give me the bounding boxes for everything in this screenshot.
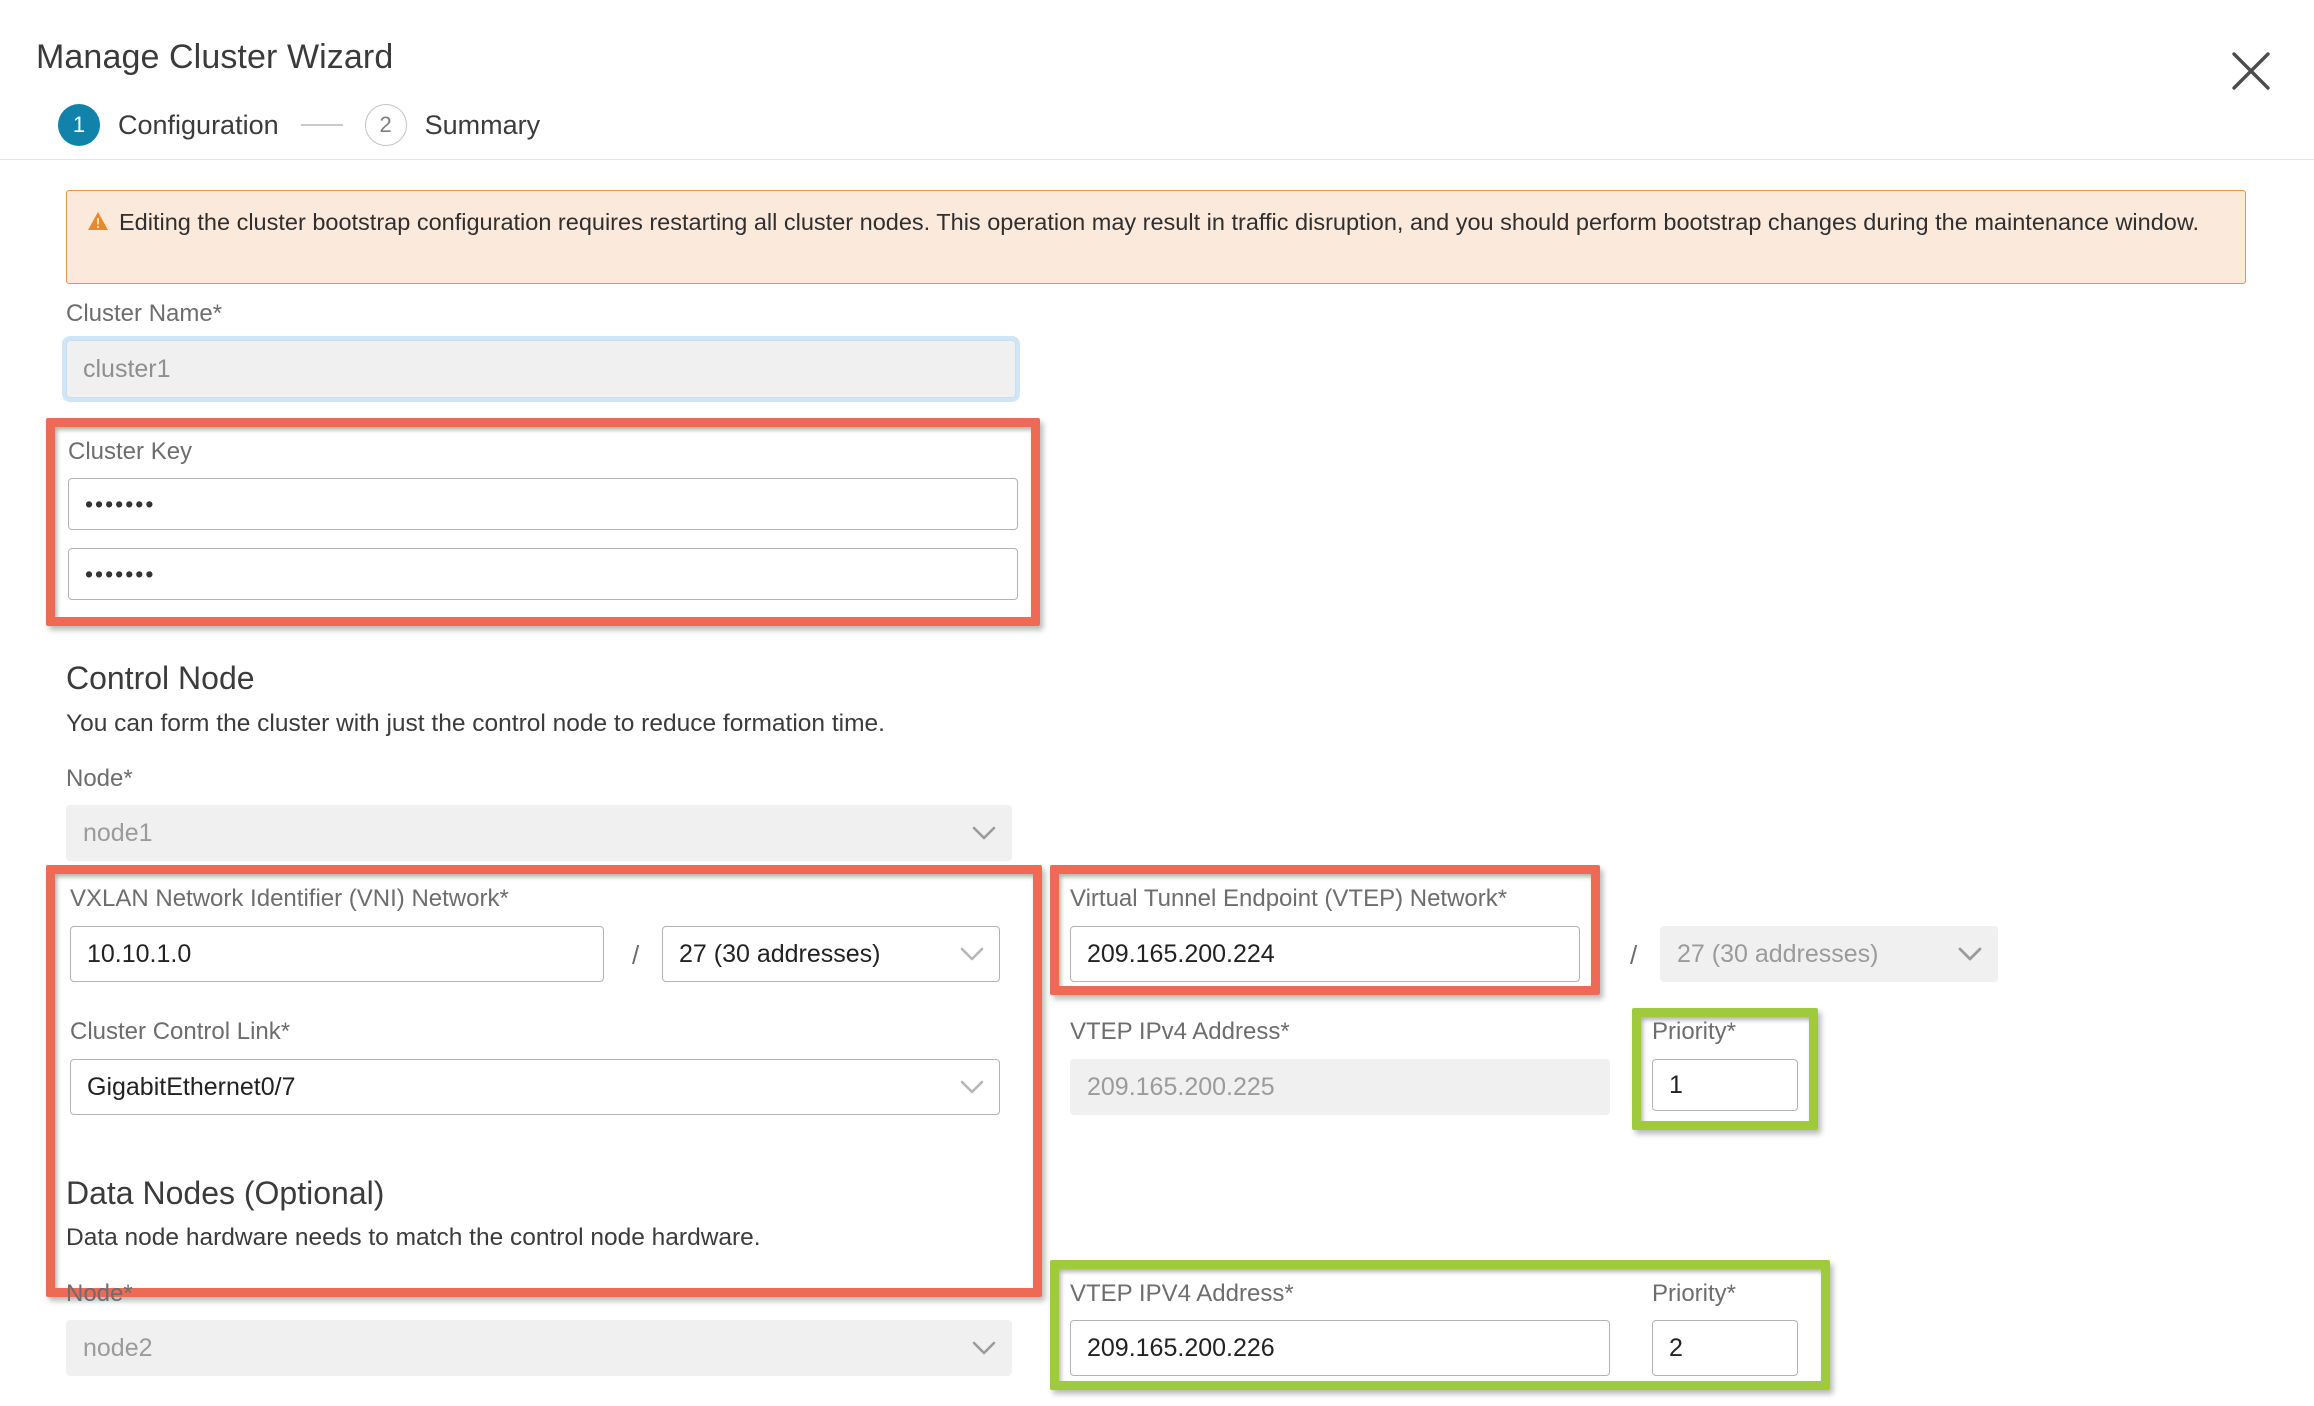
vni-network-prefix-value: 27 (30 addresses) — [679, 939, 881, 968]
cluster-name-value: cluster1 — [83, 354, 171, 383]
wizard-step-indicator: 1 Configuration 2 Summary — [58, 104, 540, 146]
step-number-badge-1: 1 — [58, 104, 100, 146]
control-node-node-value: node1 — [83, 818, 153, 847]
vtep-network-prefix-select[interactable]: 27 (30 addresses) — [1660, 926, 1998, 982]
close-icon[interactable] — [2228, 48, 2274, 94]
vtep-network-label: Virtual Tunnel Endpoint (VTEP) Network* — [1070, 885, 1508, 912]
cluster-key-label: Cluster Key — [68, 438, 193, 465]
wizard-body: Editing the cluster bootstrap configurat… — [0, 160, 2314, 1406]
cluster-key-input-2[interactable]: ••••••• — [68, 548, 1018, 600]
data-node-node-label: Node* — [66, 1280, 133, 1307]
vni-network-separator: / — [632, 940, 640, 970]
data-node-vtep-ipv4-label: VTEP IPV4 Address* — [1070, 1280, 1294, 1307]
chevron-down-icon — [959, 1073, 985, 1102]
vtep-network-address-input[interactable]: 209.165.200.224 — [1070, 926, 1580, 982]
control-priority-label: Priority* — [1652, 1018, 1737, 1045]
control-priority-input[interactable]: 1 — [1652, 1059, 1798, 1111]
chevron-down-icon — [971, 1334, 997, 1363]
vni-network-prefix-select[interactable]: 27 (30 addresses) — [662, 926, 1000, 982]
vni-network-address-input[interactable]: 10.10.1.0 — [70, 926, 604, 982]
cluster-key-label-wrap: Cluster Key — [68, 438, 192, 466]
vtep-network-separator: / — [1630, 940, 1638, 970]
control-vtep-ipv4-value: 209.165.200.225 — [1087, 1072, 1275, 1101]
control-node-section-title: Control Node — [66, 660, 255, 696]
vtep-network-prefix-value: 27 (30 addresses) — [1677, 939, 1879, 968]
chevron-down-icon — [1957, 940, 1983, 969]
cluster-name-label: Cluster Name* — [66, 300, 223, 327]
data-nodes-section-subtitle: Data node hardware needs to match the co… — [66, 1224, 761, 1251]
data-node-priority-value: 2 — [1669, 1333, 1683, 1362]
chevron-down-icon — [971, 819, 997, 848]
cluster-key-value-2: ••••••• — [85, 560, 156, 587]
data-node-priority-label: Priority* — [1652, 1280, 1737, 1307]
warning-banner: Editing the cluster bootstrap configurat… — [66, 190, 2246, 284]
control-vtep-ipv4-input[interactable]: 209.165.200.225 — [1070, 1059, 1610, 1115]
wizard-step-summary[interactable]: 2 Summary — [364, 104, 541, 146]
vtep-network-address-value: 209.165.200.224 — [1087, 939, 1275, 968]
data-node-vtep-ipv4-input[interactable]: 209.165.200.226 — [1070, 1320, 1610, 1376]
step-number-badge-2: 2 — [364, 104, 407, 146]
data-node-priority-input[interactable]: 2 — [1652, 1320, 1798, 1376]
page-title: Manage Cluster Wizard — [36, 38, 394, 76]
cluster-key-value-1: ••••••• — [85, 490, 156, 517]
wizard-header: Manage Cluster Wizard 1 Configuration 2 … — [0, 0, 2314, 160]
data-node-node-select[interactable]: node2 — [66, 1320, 1012, 1376]
cluster-control-link-select[interactable]: GigabitEthernet0/7 — [70, 1059, 1000, 1115]
cluster-name-input[interactable]: cluster1 — [66, 340, 1016, 398]
control-vtep-ipv4-label: VTEP IPv4 Address* — [1070, 1018, 1290, 1045]
chevron-down-icon — [959, 940, 985, 969]
cluster-name-label-wrap: Cluster Name* — [66, 300, 222, 328]
vni-network-address-value: 10.10.1.0 — [87, 939, 192, 968]
step-label-summary: Summary — [424, 109, 541, 140]
wizard-step-configuration[interactable]: 1 Configuration — [58, 104, 279, 146]
warning-triangle-icon — [87, 211, 109, 236]
control-node-node-label: Node* — [66, 765, 133, 792]
control-node-node-select[interactable]: node1 — [66, 805, 1012, 861]
cluster-control-link-label: Cluster Control Link* — [70, 1018, 291, 1045]
control-node-section-subtitle: You can form the cluster with just the c… — [66, 710, 885, 737]
cluster-key-input-1[interactable]: ••••••• — [68, 478, 1018, 530]
data-node-node-value: node2 — [83, 1333, 153, 1362]
data-nodes-section-title: Data Nodes (Optional) — [66, 1175, 385, 1211]
step-label-configuration: Configuration — [118, 109, 279, 140]
vni-network-label: VXLAN Network Identifier (VNI) Network* — [70, 885, 509, 912]
cluster-control-link-value: GigabitEthernet0/7 — [87, 1072, 296, 1101]
control-priority-value: 1 — [1669, 1070, 1683, 1099]
step-connector — [300, 124, 343, 126]
warning-banner-text: Editing the cluster bootstrap configurat… — [119, 209, 2200, 235]
data-node-vtep-ipv4-value: 209.165.200.226 — [1087, 1333, 1275, 1362]
